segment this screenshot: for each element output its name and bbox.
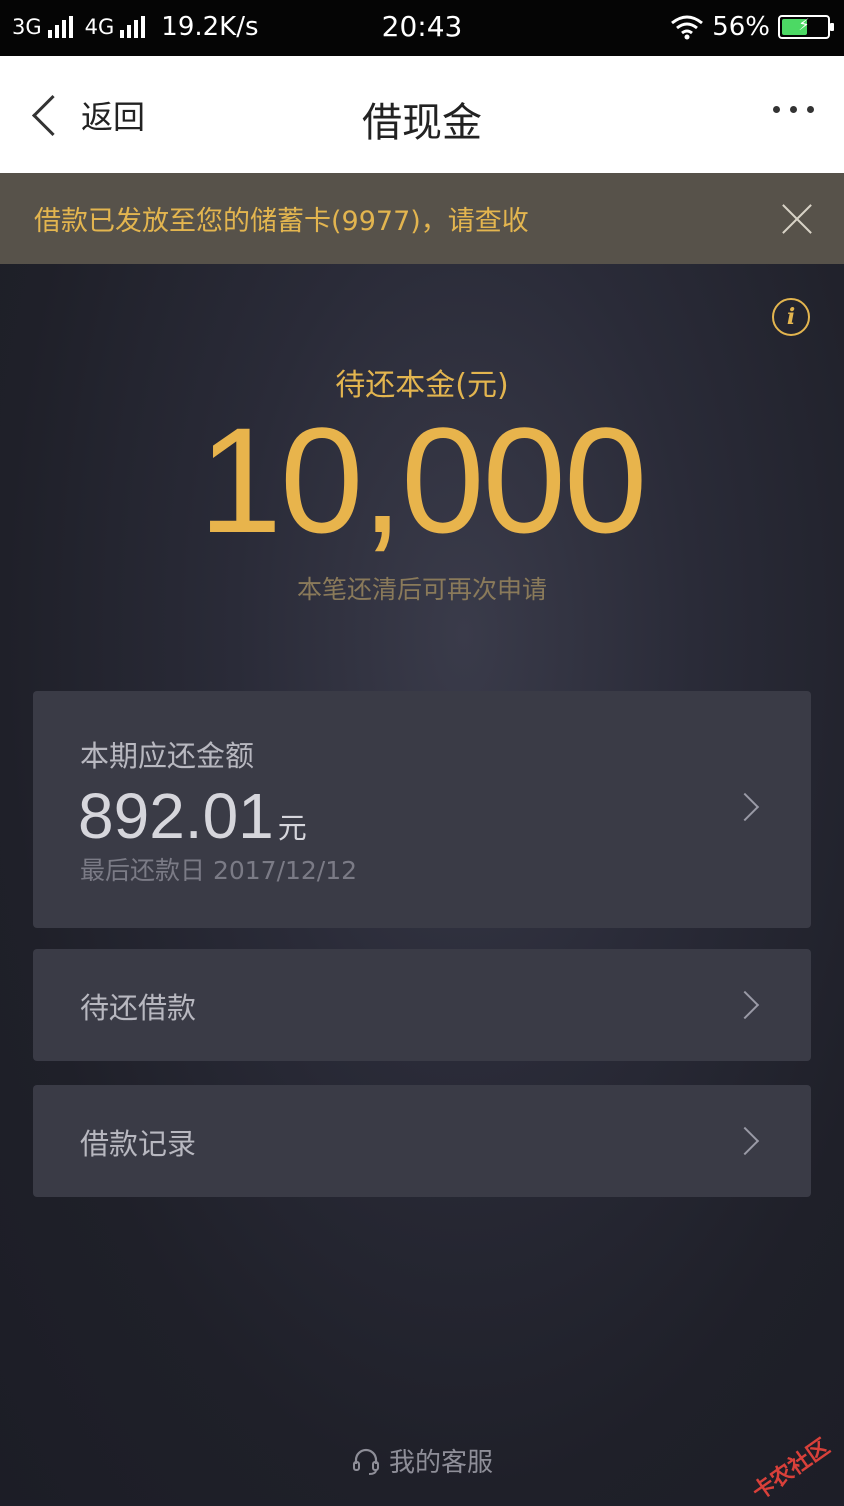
- battery-icon: ⚡: [778, 15, 834, 39]
- current-due-card[interactable]: 本期应还金额 892.01 元 最后还款日 2017/12/12: [33, 691, 811, 928]
- status-right: 56% ⚡: [670, 12, 834, 42]
- notice-banner: 借款已发放至您的储蓄卡(9977)，请查收: [0, 173, 844, 264]
- more-dot: [807, 106, 814, 113]
- charging-icon: ⚡: [798, 15, 810, 34]
- loan-records-item[interactable]: 借款记录: [33, 1085, 811, 1197]
- more-button[interactable]: [773, 106, 814, 113]
- pending-loans-label: 待还借款: [80, 991, 197, 1025]
- current-due-amount-row: 892.01 元: [78, 779, 307, 853]
- principal-amount: 10,000: [198, 396, 648, 564]
- due-date: 最后还款日 2017/12/12: [80, 856, 358, 885]
- more-dot: [773, 106, 780, 113]
- info-icon[interactable]: i: [772, 298, 810, 336]
- chevron-right-icon: [730, 1126, 760, 1156]
- loan-records-label: 借款记录: [80, 1127, 197, 1161]
- battery-percent: 56%: [712, 12, 770, 42]
- main-content: i 待还本金(元) 10,000 本笔还清后可再次申请 本期应还金额 892.0…: [0, 264, 844, 1500]
- nav-bar: 返回 借现金: [0, 56, 844, 174]
- status-bar: 3G 4G 19.2K/s 20:43 56% ⚡: [0, 0, 844, 56]
- pending-loans-item[interactable]: 待还借款: [33, 949, 811, 1061]
- headset-icon: [352, 1448, 379, 1475]
- currency-unit: 元: [277, 811, 307, 845]
- wifi-icon: [671, 15, 704, 40]
- current-due-amount: 892.01: [78, 780, 274, 852]
- customer-service-link[interactable]: 我的客服: [0, 1442, 844, 1479]
- principal-hint: 本笔还清后可再次申请: [296, 575, 547, 604]
- chevron-right-icon: [730, 792, 760, 822]
- page-title: 借现金: [362, 100, 482, 146]
- more-dot: [790, 106, 797, 113]
- chevron-right-icon: [730, 990, 760, 1020]
- customer-service-label: 我的客服: [388, 1448, 493, 1478]
- current-due-title: 本期应还金额: [80, 739, 255, 773]
- notice-text: 借款已发放至您的储蓄卡(9977)，请查收: [34, 206, 529, 237]
- close-icon[interactable]: [782, 203, 812, 233]
